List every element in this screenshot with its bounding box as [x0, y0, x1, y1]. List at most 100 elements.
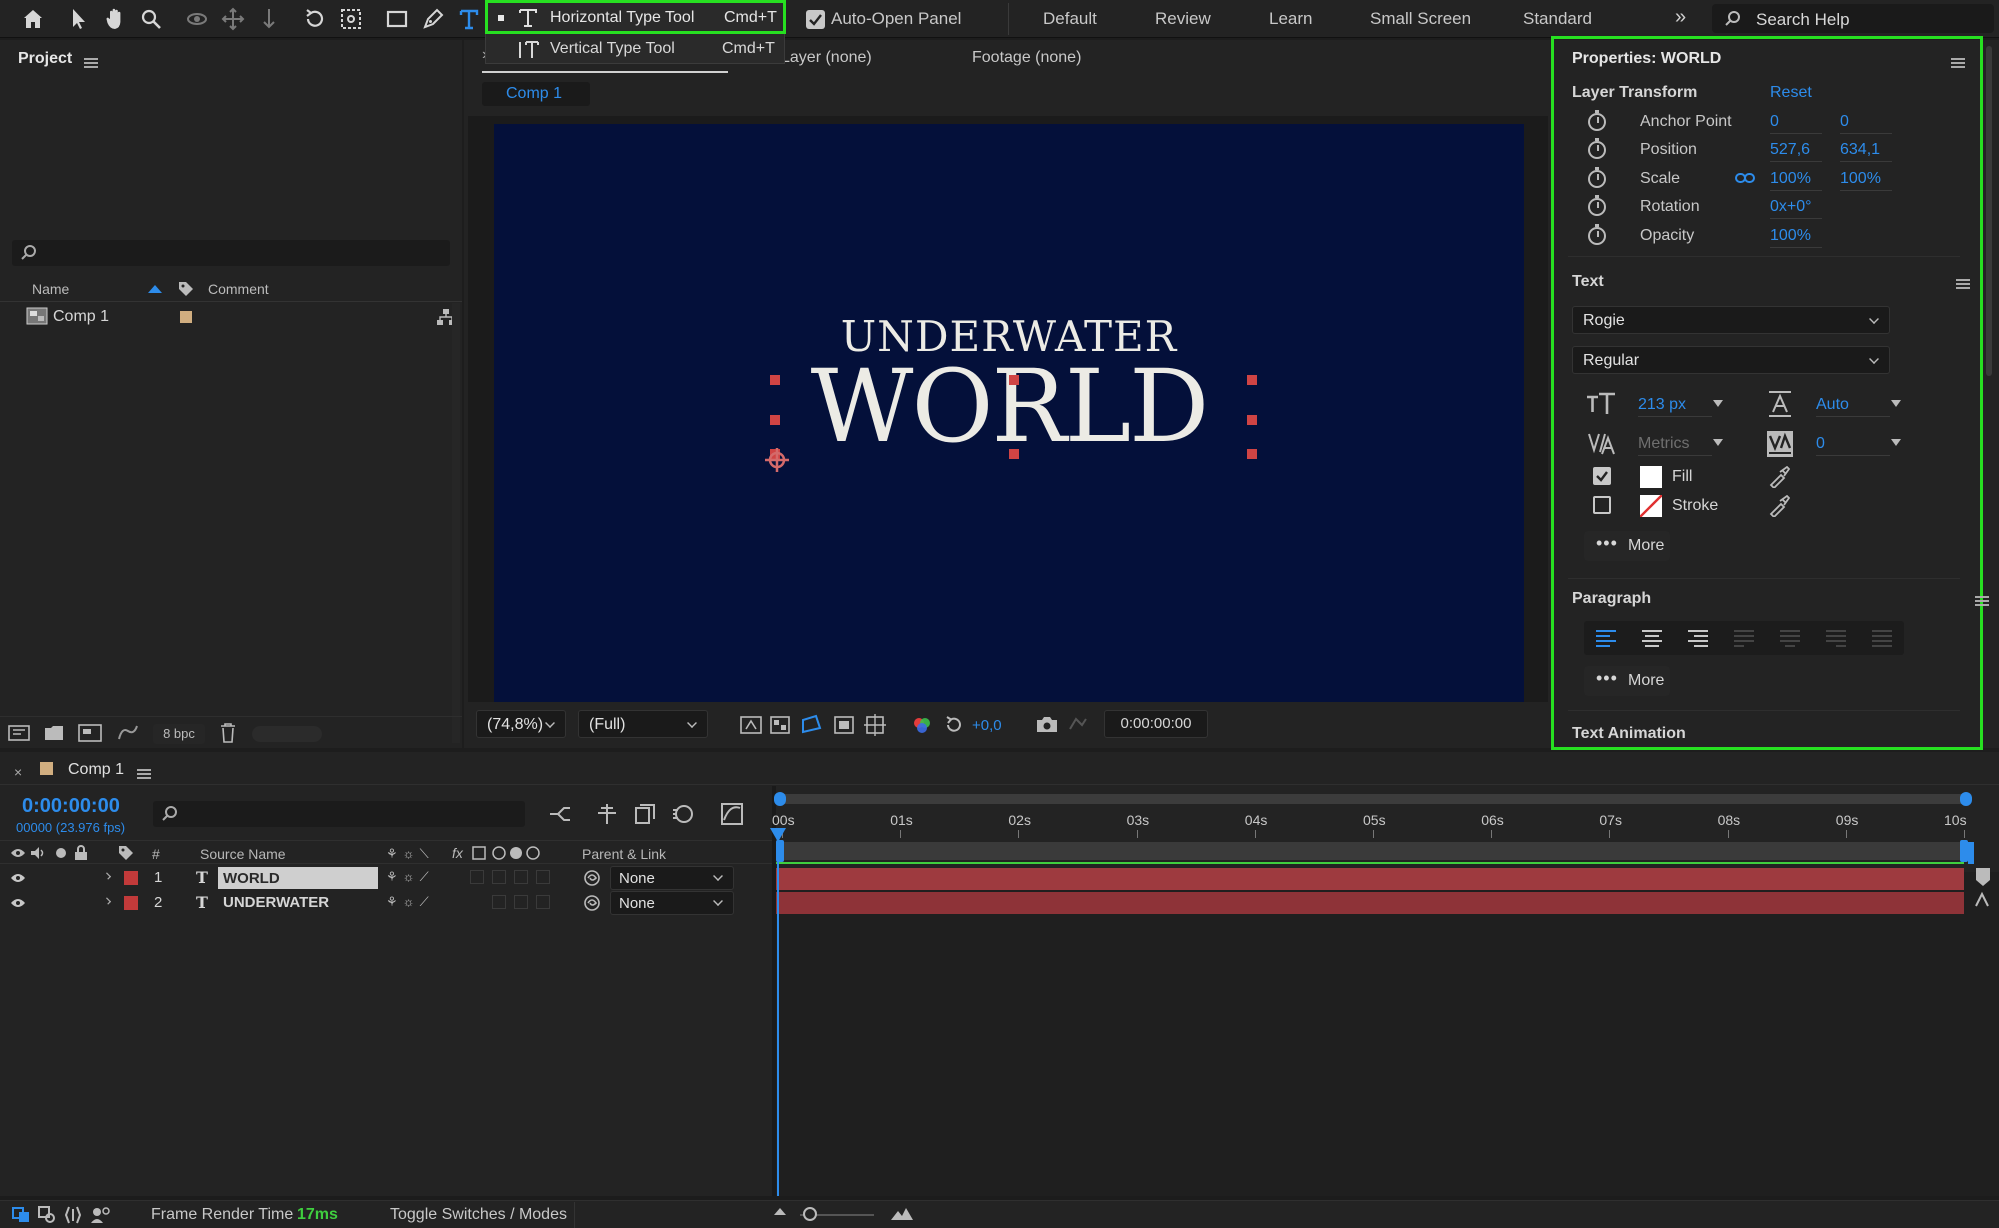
- zoom-in-icon[interactable]: [890, 1207, 914, 1221]
- time-navigator-end-handle[interactable]: [1960, 792, 1972, 806]
- pick-whip-icon[interactable]: [583, 869, 601, 887]
- workspace-small-screen[interactable]: Small Screen: [1370, 9, 1471, 29]
- comp-label-swatch[interactable]: [40, 762, 53, 775]
- stopwatch-icon[interactable]: [1588, 167, 1606, 188]
- work-area-end[interactable]: [1960, 840, 1968, 862]
- channels-icon[interactable]: [912, 715, 932, 735]
- show-snapshot-icon[interactable]: [1068, 715, 1088, 733]
- playhead-handle-icon[interactable]: [770, 828, 786, 842]
- zoom-slider-thumb[interactable]: [803, 1207, 817, 1221]
- dolly-icon[interactable]: [254, 4, 284, 34]
- tab-footage[interactable]: Footage (none): [972, 49, 1081, 67]
- rotate-icon[interactable]: [300, 4, 330, 34]
- pen-icon[interactable]: [418, 4, 448, 34]
- label-tag-icon[interactable]: [178, 281, 194, 297]
- lock-icon[interactable]: [74, 845, 88, 861]
- switch-box[interactable]: [514, 870, 528, 884]
- comp-nav-tab[interactable]: Comp 1: [482, 82, 590, 106]
- workspace-standard[interactable]: Standard: [1523, 9, 1592, 29]
- fill-checkbox[interactable]: [1593, 467, 1611, 485]
- layer-switches[interactable]: ⚘☼⟋: [386, 894, 434, 910]
- col-source-name[interactable]: Source Name: [200, 846, 286, 862]
- transparency-grid-icon[interactable]: [770, 716, 790, 734]
- time-navigator[interactable]: [774, 792, 1972, 806]
- switch-box[interactable]: [470, 870, 484, 884]
- selection-icon[interactable]: [64, 4, 94, 34]
- time-navigator-start-handle[interactable]: [774, 792, 786, 806]
- timeline-menu-icon[interactable]: [137, 769, 151, 779]
- leading-value[interactable]: Auto: [1816, 396, 1890, 417]
- stroke-checkbox[interactable]: [1593, 496, 1611, 514]
- stopwatch-icon[interactable]: [1588, 224, 1606, 245]
- layer-name-field[interactable]: WORLD: [218, 867, 378, 889]
- magnification-dropdown[interactable]: (74,8%): [476, 710, 566, 738]
- stopwatch-icon[interactable]: [1588, 195, 1606, 216]
- timeline-comp-tab[interactable]: Comp 1: [68, 761, 124, 779]
- zoom-icon[interactable]: [136, 4, 166, 34]
- bbox-handle-bc[interactable]: [1009, 449, 1019, 459]
- home-icon[interactable]: [18, 4, 48, 34]
- type-icon[interactable]: [454, 4, 484, 34]
- expand-caret-icon[interactable]: [103, 872, 112, 880]
- video-eye-icon[interactable]: [10, 872, 26, 884]
- project-menu-icon[interactable]: [84, 58, 98, 68]
- switch-box[interactable]: [492, 895, 506, 909]
- fast-previews-icon[interactable]: [740, 716, 762, 734]
- label-tag-icon[interactable]: [118, 845, 134, 861]
- col-parent-link[interactable]: Parent & Link: [582, 846, 666, 862]
- project-search-input[interactable]: [12, 240, 450, 266]
- col-name[interactable]: Name: [32, 281, 69, 297]
- expand-caret-icon[interactable]: [103, 897, 112, 905]
- workspace-default[interactable]: Default: [1043, 9, 1097, 29]
- opacity-value[interactable]: 100%: [1770, 227, 1822, 248]
- switch-box[interactable]: [492, 870, 506, 884]
- anchor-point-icon[interactable]: [763, 446, 791, 474]
- vertical-type-tool-item[interactable]: Vertical Type Tool Cmd+T: [486, 35, 786, 65]
- auto-open-checkbox[interactable]: [806, 10, 825, 29]
- paragraph-menu-icon[interactable]: [1974, 596, 1989, 606]
- comp-button-icon[interactable]: [1972, 890, 1992, 910]
- pick-whip-icon[interactable]: [583, 894, 601, 912]
- video-eye-icon[interactable]: [10, 847, 26, 859]
- align-right-icon[interactable]: [1686, 629, 1710, 647]
- text-more-button[interactable]: ••• More: [1584, 531, 1670, 561]
- bbox-handle-tc[interactable]: [1009, 375, 1019, 385]
- list-item[interactable]: Comp 1: [0, 303, 462, 329]
- bbox-handle-ml[interactable]: [770, 415, 780, 425]
- stopwatch-icon[interactable]: [1588, 138, 1606, 159]
- justify-last-center-icon[interactable]: [1778, 629, 1802, 647]
- bit-depth-button[interactable]: 8 bpc: [153, 724, 205, 744]
- font-family-dropdown[interactable]: Rogie: [1572, 306, 1890, 334]
- layer-bar[interactable]: [776, 868, 1964, 890]
- search-help[interactable]: Search Help: [1712, 4, 1994, 33]
- leading-caret-icon[interactable]: [1891, 400, 1901, 407]
- fill-color-swatch[interactable]: [1640, 466, 1662, 488]
- orbit-icon[interactable]: [182, 4, 212, 34]
- solo-icon[interactable]: [56, 848, 66, 858]
- trash-icon[interactable]: [220, 723, 236, 743]
- table-row[interactable]: 2 T UNDERWATER ⚘☼⟋ None: [0, 891, 775, 915]
- anchor-icon[interactable]: [336, 4, 366, 34]
- switch-box[interactable]: [536, 870, 550, 884]
- reset-transform-button[interactable]: Reset: [1770, 84, 1812, 102]
- playhead-line[interactable]: [777, 830, 779, 1196]
- paragraph-more-button[interactable]: ••• More: [1584, 666, 1670, 696]
- tracking-value[interactable]: 0: [1816, 435, 1890, 456]
- eyedropper-icon[interactable]: [1768, 466, 1790, 488]
- properties-menu-icon[interactable]: [1951, 58, 1965, 68]
- in-out-controls-icon[interactable]: [64, 1206, 82, 1224]
- font-size-caret-icon[interactable]: [1713, 400, 1723, 407]
- snapshot-camera-icon[interactable]: [1036, 715, 1058, 733]
- justify-all-icon[interactable]: [1870, 629, 1894, 647]
- layer-label-color[interactable]: [124, 871, 138, 885]
- thumbnail-slider[interactable]: [252, 726, 322, 742]
- col-comment[interactable]: Comment: [208, 281, 269, 297]
- project-scrollbar[interactable]: [452, 303, 460, 743]
- sort-ascending-icon[interactable]: [148, 285, 162, 293]
- project-title[interactable]: Project: [18, 50, 72, 68]
- bbox-handle-mr[interactable]: [1247, 415, 1257, 425]
- frame-blending-icon[interactable]: [634, 803, 656, 825]
- workspace-overflow-icon[interactable]: »: [1675, 6, 1686, 29]
- scale-x[interactable]: 100%: [1770, 170, 1822, 191]
- align-left-icon[interactable]: [1594, 629, 1618, 647]
